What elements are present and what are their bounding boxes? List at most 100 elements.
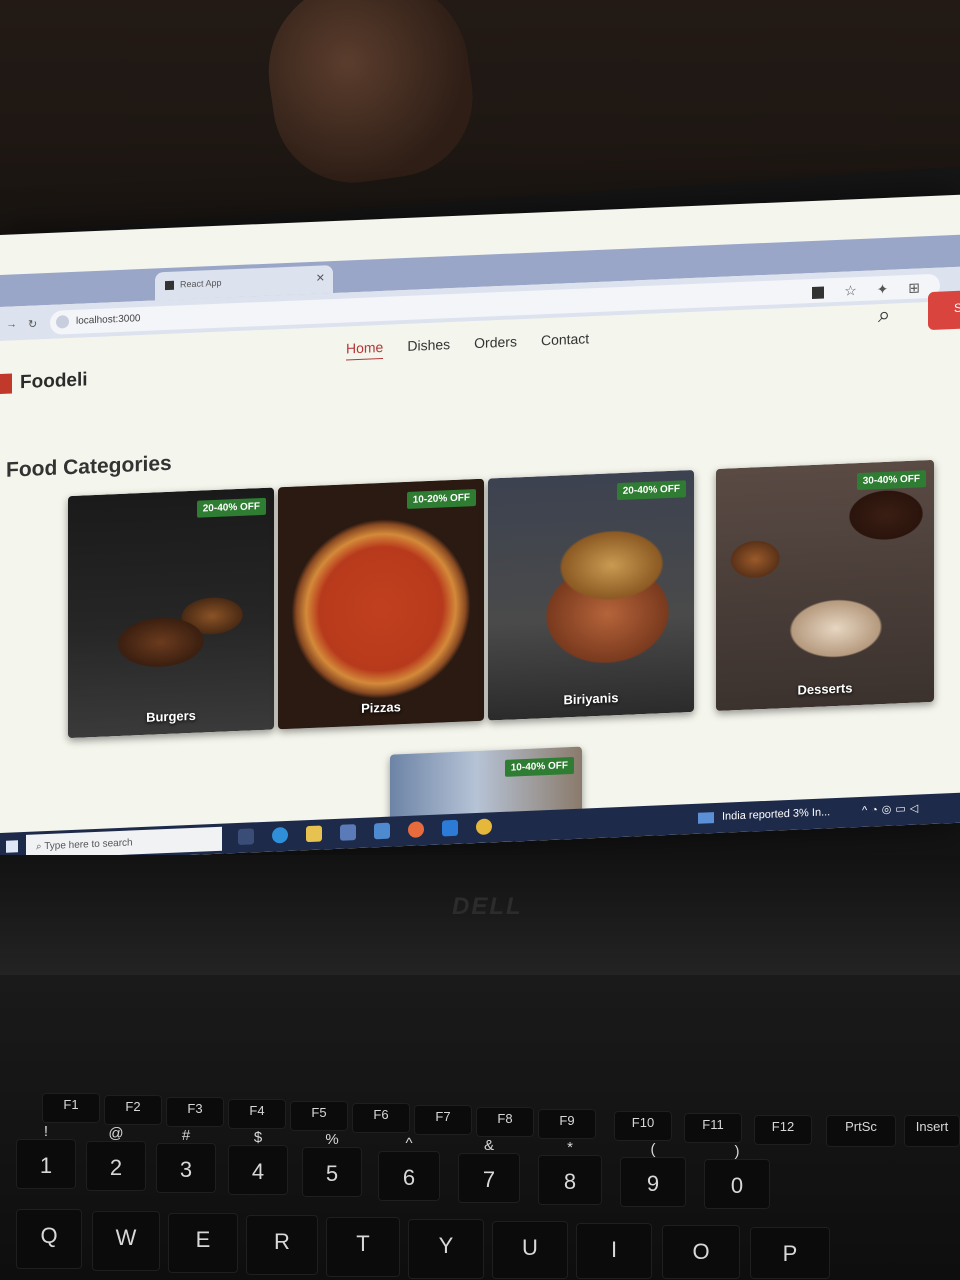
extension-icon[interactable] — [812, 286, 825, 300]
category-card-burgers[interactable]: 20-40% OFF Burgers — [68, 487, 274, 739]
task-view-icon[interactable] — [238, 828, 254, 846]
key-f7[interactable]: F7 — [414, 1105, 472, 1135]
extension-puzzle-icon[interactable]: ⊞ — [908, 279, 920, 295]
news-icon — [698, 811, 714, 824]
search-icon[interactable]: ⌕ — [878, 302, 890, 329]
key-prtsc[interactable]: PrtSc — [826, 1115, 896, 1147]
nav-home[interactable]: Home — [346, 338, 384, 361]
key-1[interactable]: 1! — [16, 1123, 76, 1189]
key-shift-symbol: ! — [43, 1123, 49, 1140]
key-y[interactable]: Y — [408, 1219, 484, 1279]
mail-icon[interactable] — [374, 822, 390, 840]
offer-badge: 20-40% OFF — [616, 480, 686, 501]
key-9[interactable]: 9( — [620, 1141, 686, 1207]
category-card-desserts[interactable]: 30-40% OFF Desserts — [716, 459, 934, 711]
key-2[interactable]: 2 @ — [86, 1125, 146, 1191]
key-f11[interactable]: F11 — [684, 1113, 742, 1143]
key-o[interactable]: O — [662, 1225, 740, 1279]
taskbar-search-placeholder: Type here to search — [44, 837, 133, 853]
news-text: India reported 3% In... — [722, 806, 831, 823]
category-card[interactable]: 10-40% OFF — [390, 746, 582, 863]
offer-badge: 10-20% OFF — [406, 489, 476, 509]
nav-orders[interactable]: Orders — [474, 333, 517, 355]
bookmark-star-icon[interactable]: ☆ — [844, 282, 857, 299]
category-label: Biriyanis — [563, 690, 619, 708]
logo-mark-icon — [0, 373, 12, 394]
back-arrow-icon[interactable]: → — [6, 318, 17, 330]
key-5[interactable]: 5% — [302, 1131, 362, 1197]
browser-tab[interactable] — [0, 275, 150, 305]
key-shift-symbol: % — [325, 1131, 339, 1148]
nav-contact[interactable]: Contact — [541, 330, 589, 352]
url-text[interactable]: localhost:3000 — [76, 313, 141, 327]
site-logo[interactable]: Foodeli — [0, 369, 88, 395]
key-shift-symbol: & — [483, 1137, 494, 1154]
brand-name: Foodeli — [20, 369, 88, 394]
key-f1[interactable]: F1 — [42, 1093, 100, 1123]
main-nav: Home Dishes Orders Contact — [346, 330, 589, 361]
key-i[interactable]: I — [576, 1223, 652, 1279]
key-shift-symbol: ( — [650, 1141, 656, 1158]
windows-start-icon[interactable] — [6, 840, 18, 853]
key-shift-symbol: ) — [734, 1143, 740, 1160]
key-f12[interactable]: F12 — [754, 1115, 812, 1145]
laptop-brand-logo: DELL — [452, 893, 523, 920]
key-f6[interactable]: F6 — [352, 1103, 410, 1133]
key-7[interactable]: 7 & — [458, 1137, 520, 1203]
close-tab-icon[interactable]: ✕ — [316, 271, 325, 284]
nav-dishes[interactable]: Dishes — [407, 336, 450, 358]
signin-button[interactable]: S — [928, 290, 960, 331]
key-f10[interactable]: F10 — [614, 1111, 672, 1141]
key-u[interactable]: U — [492, 1221, 568, 1279]
reload-icon[interactable]: ↻ — [28, 317, 37, 330]
laptop-screen: React App ✕ → ↻ localhost:3000 ☆ ✦ ⊞ Foo… — [0, 194, 960, 863]
web-page: Foodeli Home Dishes Orders Contact ⌕ S F… — [0, 290, 960, 863]
offer-badge: 30-40% OFF — [856, 470, 926, 491]
key-w[interactable]: W — [92, 1211, 160, 1271]
key-f5[interactable]: F5 — [290, 1101, 348, 1131]
key-8[interactable]: 8 * — [538, 1139, 602, 1205]
extension-leaf-icon[interactable]: ✦ — [877, 281, 889, 297]
site-info-icon[interactable] — [56, 315, 69, 329]
toolbar-icons: ☆ ✦ ⊞ — [796, 279, 920, 301]
tab-title: React App — [180, 277, 222, 290]
key-f8[interactable]: F8 — [476, 1107, 534, 1137]
category-card-pizzas[interactable]: 10-20% OFF Pizzas — [278, 478, 484, 730]
store-icon[interactable] — [340, 824, 356, 841]
laptop-keyboard: F1 F2 F3 F4 F5 F6 F7 F8 F9 F10 F11 F12 P… — [0, 975, 960, 1280]
edge-icon[interactable] — [272, 826, 288, 844]
key-e[interactable]: E — [168, 1213, 238, 1273]
offer-badge: 10-40% OFF — [504, 756, 574, 777]
category-label: Desserts — [797, 680, 853, 698]
key-shift-symbol: * — [567, 1139, 573, 1156]
key-f9[interactable]: F9 — [538, 1109, 596, 1139]
key-t[interactable]: T — [326, 1217, 400, 1277]
section-title: Food Categories — [6, 451, 172, 482]
key-shift-symbol: ^ — [405, 1135, 413, 1152]
file-explorer-icon[interactable] — [306, 825, 322, 843]
postman-icon[interactable] — [408, 821, 424, 838]
key-q[interactable]: Q — [16, 1209, 82, 1269]
taskbar-news-widget[interactable]: India reported 3% In... — [698, 806, 830, 824]
chrome-icon[interactable] — [476, 818, 492, 836]
system-tray[interactable]: ^◔◎▭◁ — [862, 801, 922, 817]
key-insert[interactable]: Insert — [904, 1115, 960, 1147]
key-4[interactable]: 4 $ — [228, 1129, 288, 1195]
category-label: Burgers — [146, 707, 196, 725]
key-shift-symbol: @ — [108, 1125, 124, 1142]
hand-in-background — [257, 0, 483, 193]
key-f3[interactable]: F3 — [166, 1097, 224, 1127]
key-p[interactable]: P — [750, 1227, 830, 1279]
key-shift-symbol: $ — [253, 1129, 263, 1146]
category-card-biriyanis[interactable]: 20-40% OFF Biriyanis — [488, 469, 694, 721]
react-favicon-icon — [165, 280, 174, 291]
vscode-icon[interactable] — [442, 819, 458, 837]
key-r[interactable]: R — [246, 1215, 318, 1275]
key-6[interactable]: 6 ^ — [378, 1135, 440, 1201]
key-f4[interactable]: F4 — [228, 1099, 286, 1129]
taskbar-apps — [238, 818, 492, 846]
key-0[interactable]: 0) — [704, 1143, 770, 1209]
key-3[interactable]: 3 # — [156, 1127, 216, 1193]
key-f2[interactable]: F2 — [104, 1095, 162, 1125]
category-label: Pizzas — [361, 699, 401, 716]
